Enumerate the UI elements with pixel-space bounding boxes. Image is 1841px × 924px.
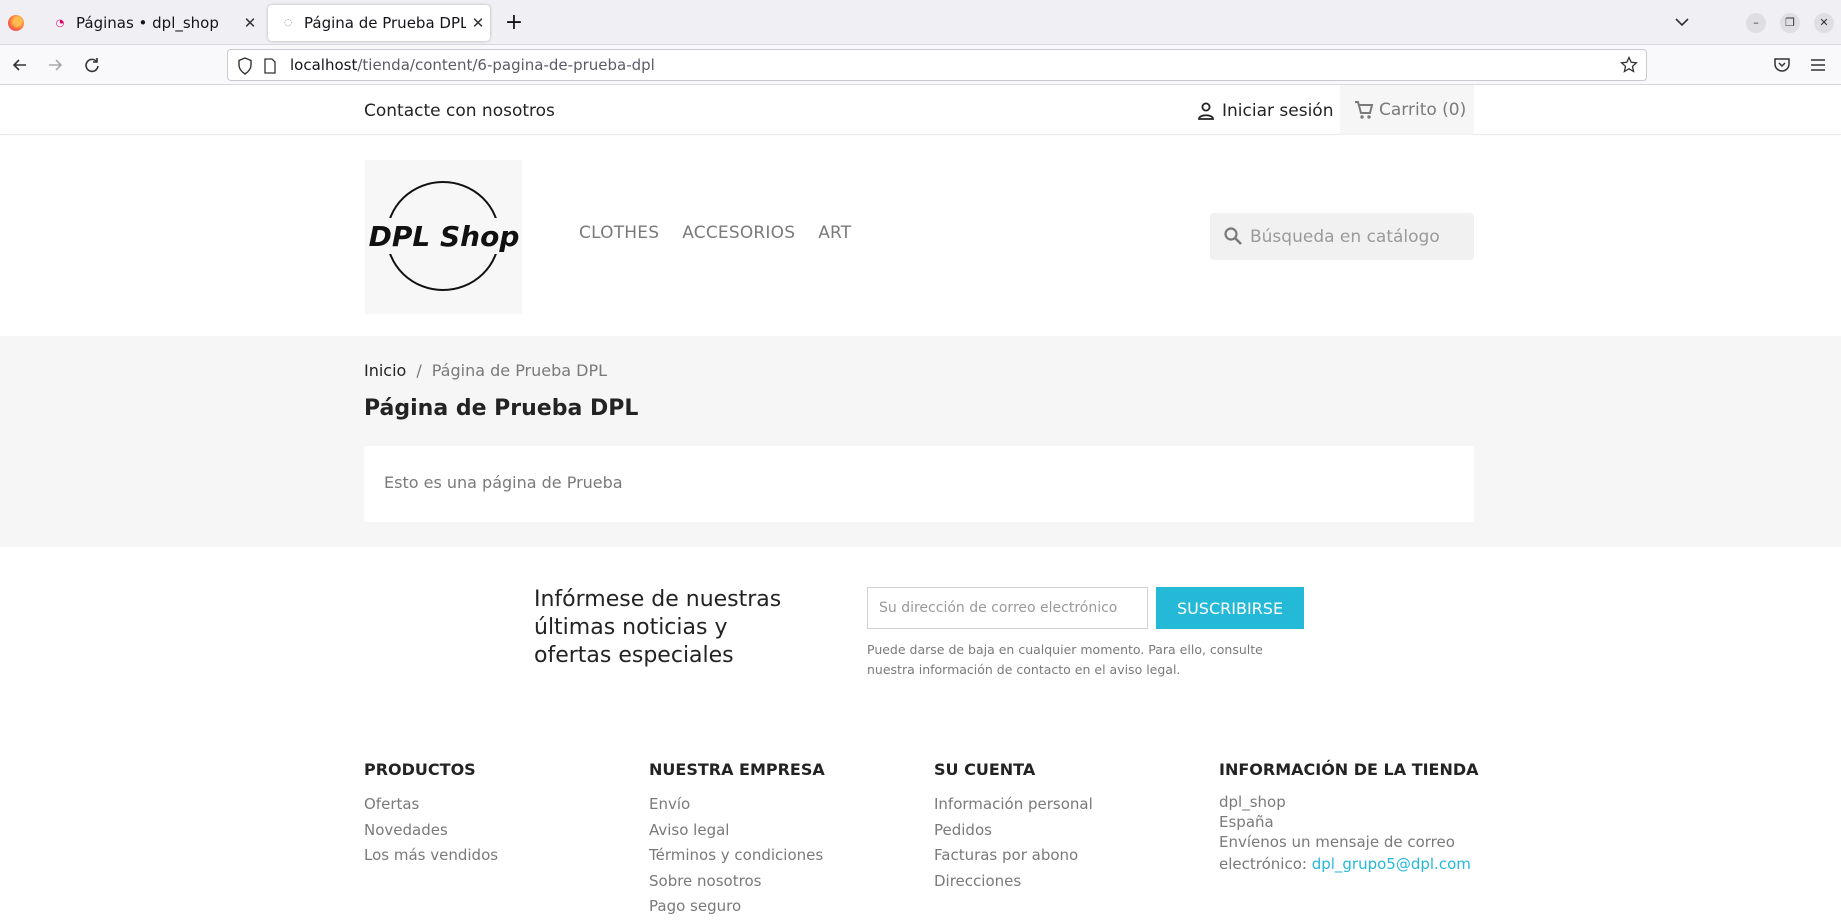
footer-link-informacion-personal[interactable]: Información personal	[934, 792, 1093, 818]
newsletter-email-input[interactable]	[867, 587, 1148, 629]
pocket-icon[interactable]	[1771, 54, 1793, 76]
reload-icon[interactable]	[81, 54, 103, 76]
search-input[interactable]	[1250, 213, 1470, 260]
login-label: Iniciar sesión	[1222, 101, 1334, 121]
footer-heading: NUESTRA EMPRESA	[649, 760, 825, 779]
back-arrow-icon[interactable]	[9, 54, 31, 76]
footer-link-novedades[interactable]: Novedades	[364, 818, 498, 844]
content-wrapper: Inicio / Página de Prueba DPL Página de Pr…	[0, 336, 1841, 547]
page-content: Esto es una página de Prueba	[364, 446, 1474, 522]
footer-link-pago-seguro[interactable]: Pago seguro	[649, 894, 825, 920]
page-title: Página de Prueba DPL	[364, 396, 639, 421]
footer-column-productos: PRODUCTOS Ofertas Novedades Los más vend…	[364, 760, 498, 869]
search-icon[interactable]	[1223, 226, 1243, 246]
store-contact-text: Envíenos un mensaje de correo electrónic…	[1219, 833, 1471, 873]
footer-link-facturas[interactable]: Facturas por abono	[934, 843, 1093, 869]
new-tab-button[interactable]: +	[500, 8, 528, 38]
forward-arrow-icon[interactable]	[44, 54, 66, 76]
chevron-down-icon[interactable]	[1671, 11, 1693, 33]
main-menu: CLOTHES ACCESORIOS ART	[579, 223, 851, 243]
user-icon	[1198, 102, 1214, 120]
dpl-shop-logo-image: DPL Shop	[369, 181, 520, 291]
dpl-favicon-icon: ◌	[284, 18, 292, 28]
close-tab-icon[interactable]: ✕	[238, 14, 262, 32]
bookmark-star-icon[interactable]	[1620, 56, 1638, 74]
footer-link-mas-vendidos[interactable]: Los más vendidos	[364, 843, 498, 869]
tab-title: Página de Prueba DPL	[304, 14, 466, 32]
close-window-icon[interactable]: ✕	[1814, 13, 1834, 33]
store-country: España	[1219, 813, 1274, 831]
breadcrumb: Inicio / Página de Prueba DPL	[364, 361, 607, 380]
breadcrumb-home-link[interactable]: Inicio	[364, 361, 406, 380]
footer-link-pedidos[interactable]: Pedidos	[934, 818, 1093, 844]
footer-column-tienda: INFORMACIÓN DE LA TIENDA dpl_shop España…	[1219, 760, 1479, 878]
restore-icon[interactable]: ❐	[1780, 13, 1800, 33]
cart-label: Carrito (0)	[1379, 100, 1467, 120]
minimize-icon[interactable]: –	[1746, 13, 1766, 33]
footer-link-envio[interactable]: Envío	[649, 792, 825, 818]
page-content-text: Esto es una página de Prueba	[384, 473, 623, 492]
footer-column-empresa: NUESTRA EMPRESA Envío Aviso legal Términ…	[649, 760, 825, 920]
tab-pagina-de-prueba[interactable]: ◌ Página de Prueba DPL ✕	[268, 5, 490, 41]
address-bar[interactable]: localhost/tienda/content/6-pagina-de-pru…	[227, 49, 1647, 81]
shop-logo[interactable]: DPL Shop	[365, 160, 522, 314]
shop-header: DPL Shop CLOTHES ACCESORIOS ART	[0, 135, 1841, 336]
footer-column-cuenta: SU CUENTA Información personal Pedidos F…	[934, 760, 1093, 894]
footer-heading: INFORMACIÓN DE LA TIENDA	[1219, 760, 1479, 779]
hamburger-menu-icon[interactable]	[1807, 54, 1829, 76]
cart-button[interactable]: Carrito (0)	[1340, 85, 1474, 135]
shield-icon[interactable]	[237, 57, 253, 75]
search-box	[1210, 213, 1474, 260]
tab-title: Páginas • dpl_shop	[76, 14, 219, 32]
tab-paginas[interactable]: ◔ Páginas • dpl_shop ✕	[40, 5, 262, 41]
login-link[interactable]: Iniciar sesión	[1196, 101, 1333, 121]
close-tab-icon[interactable]: ✕	[466, 14, 490, 32]
svg-text:DPL Shop: DPL Shop	[369, 220, 520, 253]
shop-top-bar: Contacte con nosotros Iniciar sesión Car…	[0, 85, 1841, 135]
footer-link-terminos[interactable]: Términos y condiciones	[649, 843, 825, 869]
footer-heading: SU CUENTA	[934, 760, 1036, 779]
footer-link-aviso-legal[interactable]: Aviso legal	[649, 818, 825, 844]
page-icon[interactable]	[263, 58, 277, 74]
footer-link-sobre-nosotros[interactable]: Sobre nosotros	[649, 869, 825, 895]
shopping-cart-icon	[1355, 101, 1374, 119]
newsletter-heading: Infórmese de nuestras últimas noticias y…	[534, 587, 782, 668]
newsletter-note: Puede darse de baja en cualquier momento…	[867, 642, 1263, 677]
firefox-logo-icon[interactable]	[8, 15, 24, 31]
url-text[interactable]: localhost/tienda/content/6-pagina-de-pru…	[290, 56, 655, 74]
breadcrumb-separator: /	[416, 361, 422, 380]
prestashop-favicon-icon: ◔	[55, 17, 65, 29]
menu-item-clothes[interactable]: CLOTHES	[579, 223, 659, 243]
store-name: dpl_shop	[1219, 793, 1286, 811]
menu-item-accesorios[interactable]: ACCESORIOS	[682, 223, 795, 243]
browser-tab-bar: ◔ Páginas • dpl_shop ✕ ◌ Página de Prueb…	[0, 0, 1841, 45]
breadcrumb-current: Página de Prueba DPL	[431, 361, 608, 380]
subscribe-button[interactable]: SUSCRIBIRSE	[1156, 587, 1304, 629]
footer-heading: PRODUCTOS	[364, 760, 476, 779]
footer-link-ofertas[interactable]: Ofertas	[364, 792, 498, 818]
store-email-link[interactable]: dpl_grupo5@dpl.com	[1312, 855, 1471, 873]
contact-link[interactable]: Contacte con nosotros	[364, 101, 555, 121]
browser-nav-bar: localhost/tienda/content/6-pagina-de-pru…	[0, 45, 1841, 85]
footer-link-direcciones[interactable]: Direcciones	[934, 869, 1093, 895]
menu-item-art[interactable]: ART	[818, 223, 851, 243]
